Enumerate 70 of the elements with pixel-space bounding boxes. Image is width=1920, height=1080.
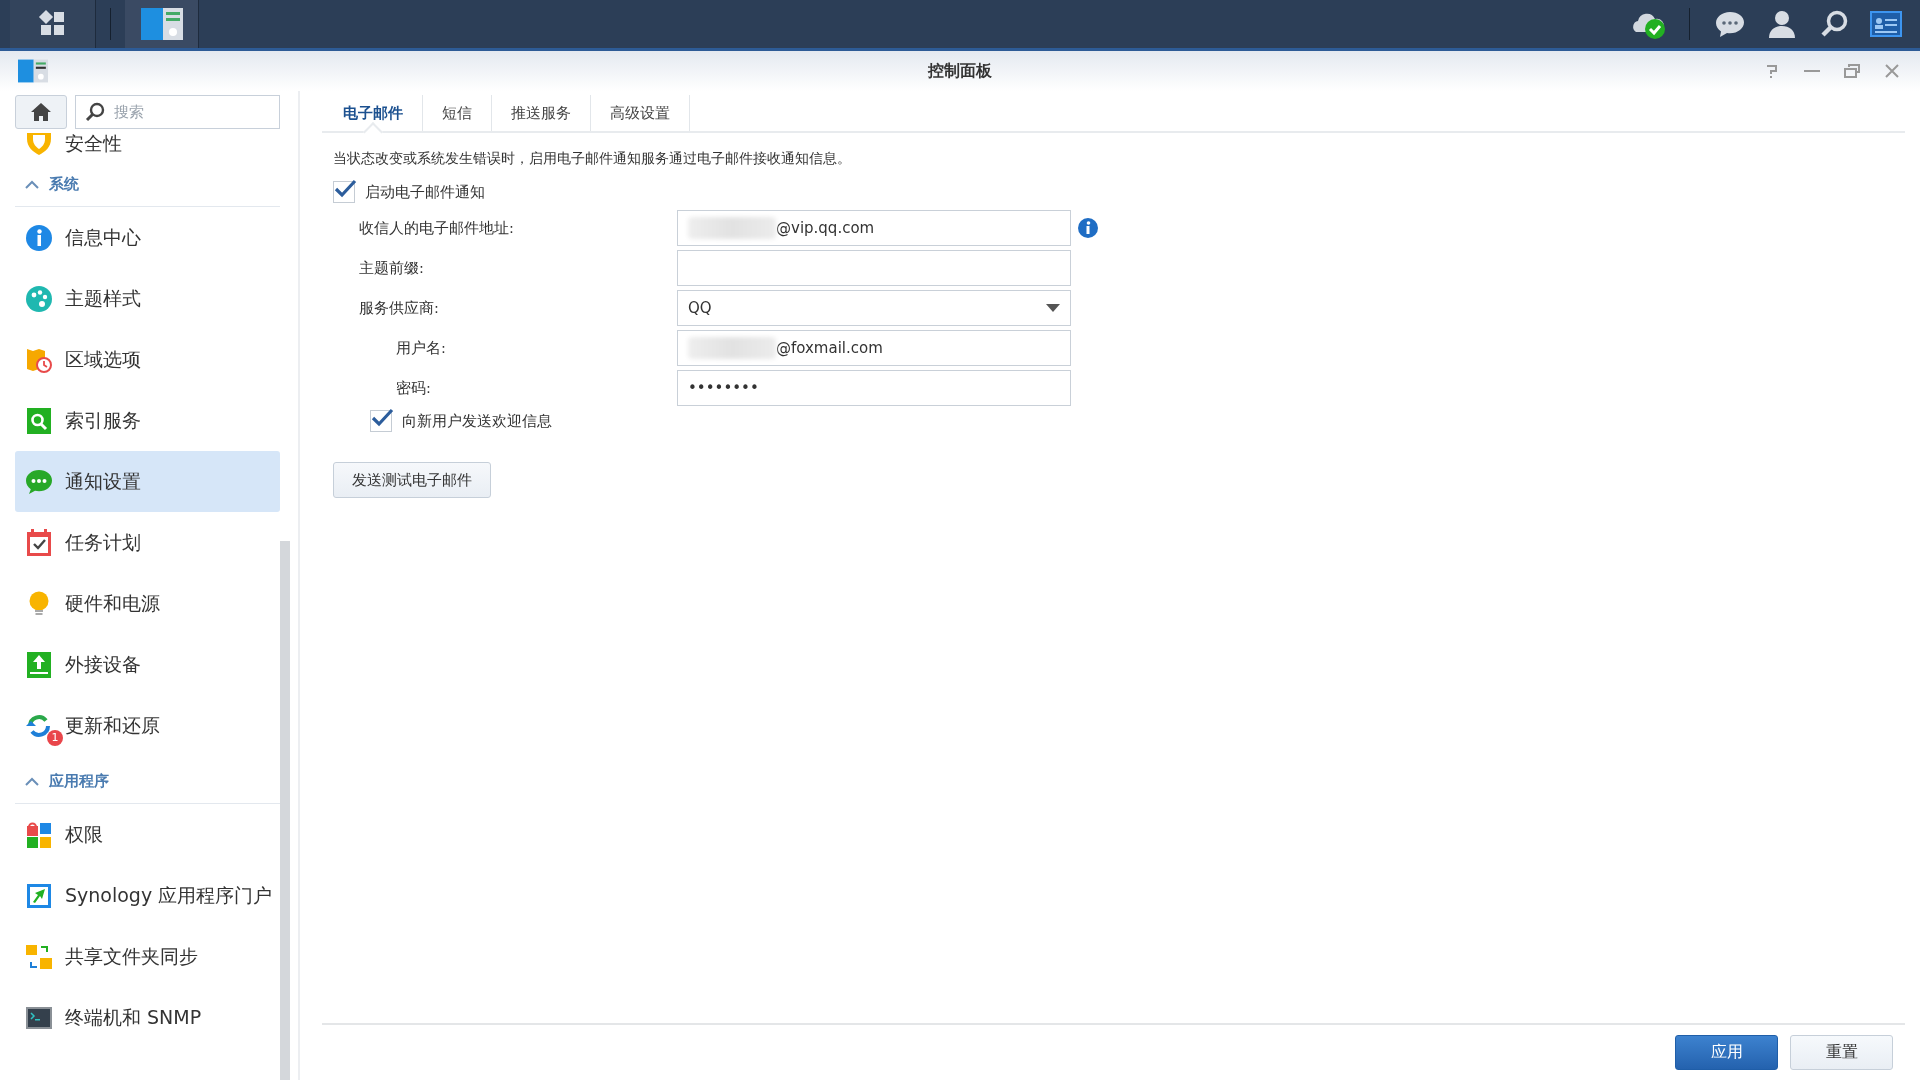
tab[interactable]: 推送服务 <box>492 95 591 131</box>
apply-button[interactable]: 应用 <box>1675 1035 1778 1070</box>
calendar-check-icon <box>25 528 53 557</box>
control-panel-icon <box>18 58 48 84</box>
sidebar-item[interactable]: 权限 <box>15 804 280 865</box>
search-document-icon <box>25 406 53 435</box>
chat-bubble-icon <box>25 467 53 496</box>
checkbox-label: 启动电子邮件通知 <box>365 182 485 202</box>
checkbox[interactable] <box>370 410 392 432</box>
dropdown-caret-icon <box>1046 304 1060 312</box>
chat-bubble-icon <box>1715 10 1745 38</box>
info-button[interactable] <box>1077 217 1099 239</box>
reset-button[interactable]: 重置 <box>1790 1035 1893 1070</box>
main-menu-button[interactable] <box>10 0 96 48</box>
checkbox[interactable] <box>333 181 355 203</box>
field-label: 服务供应商: <box>359 298 440 318</box>
search-field[interactable]: 搜索 <box>75 95 280 129</box>
minimize-icon <box>1804 69 1820 73</box>
checkbox-label: 向新用户发送欢迎信息 <box>402 411 552 431</box>
sidebar-item[interactable]: 硬件和电源 <box>15 573 280 634</box>
control-panel-icon <box>140 8 183 40</box>
section-header[interactable]: 系统 <box>15 163 280 207</box>
window-title: 控制面板 <box>928 60 992 82</box>
provider-select[interactable]: QQ <box>677 290 1071 326</box>
home-icon <box>30 102 52 122</box>
sidebar-item[interactable]: 外接设备 <box>15 634 280 695</box>
input-field[interactable]: @vip.qq.com <box>677 210 1071 246</box>
scrollbar[interactable] <box>280 541 290 1080</box>
chevron-icon <box>25 776 39 787</box>
sidebar-item[interactable]: Synology 应用程序门户 <box>15 865 280 926</box>
send-test-email-button[interactable]: 发送测试电子邮件 <box>333 462 491 498</box>
field-label: 主题前缀: <box>359 258 425 278</box>
control-panel-taskbar-button[interactable] <box>125 0 199 48</box>
description-text: 当状态改变或系统发生错误时，启用电子邮件通知服务通过电子邮件接收通知信息。 <box>333 150 852 168</box>
input-field[interactable]: •••••••• <box>677 370 1071 406</box>
info-icon <box>1077 217 1099 239</box>
field-label: 收信人的电子邮件地址: <box>359 218 515 238</box>
sidebar-item[interactable]: 通知设置 <box>15 451 280 512</box>
tab[interactable]: 高级设置 <box>591 95 690 131</box>
sidebar-item[interactable]: 主题样式 <box>15 268 280 329</box>
help-icon <box>1765 63 1779 79</box>
search-icon <box>85 102 105 122</box>
input-field[interactable] <box>677 250 1071 286</box>
sidebar-item[interactable]: 索引服务 <box>15 390 280 451</box>
input-field[interactable]: @foxmail.com <box>677 330 1071 366</box>
sidebar-item[interactable]: 共享文件夹同步 <box>15 926 280 987</box>
chevron-icon <box>25 179 39 190</box>
upload-icon <box>25 650 53 679</box>
close-icon <box>1884 63 1900 79</box>
user-icon <box>1768 9 1796 39</box>
sidebar-item[interactable]: 1 更新和还原 <box>15 695 280 756</box>
field-label: 密码: <box>396 378 432 398</box>
tab[interactable]: 短信 <box>423 95 492 131</box>
folder-sync-icon <box>25 942 53 971</box>
search-icon <box>1819 9 1849 39</box>
sidebar-item[interactable]: 终端机和 SNMP <box>15 987 280 1048</box>
field-label: 用户名: <box>396 338 447 358</box>
sidebar-item[interactable]: 安全性 <box>65 131 122 157</box>
arrow-square-icon <box>25 881 53 910</box>
id-card-icon <box>1870 11 1902 37</box>
info-icon <box>25 223 53 252</box>
restore-icon <box>1844 64 1860 78</box>
home-button[interactable] <box>15 95 67 129</box>
sidebar-item[interactable]: 信息中心 <box>15 207 280 268</box>
sidebar-item[interactable]: 区域选项 <box>15 329 280 390</box>
shield-icon <box>25 133 53 155</box>
palette-icon <box>25 284 53 313</box>
sidebar-item[interactable]: 任务计划 <box>15 512 280 573</box>
colored-squares-icon <box>25 820 53 849</box>
notification-badge: 1 <box>47 729 63 746</box>
